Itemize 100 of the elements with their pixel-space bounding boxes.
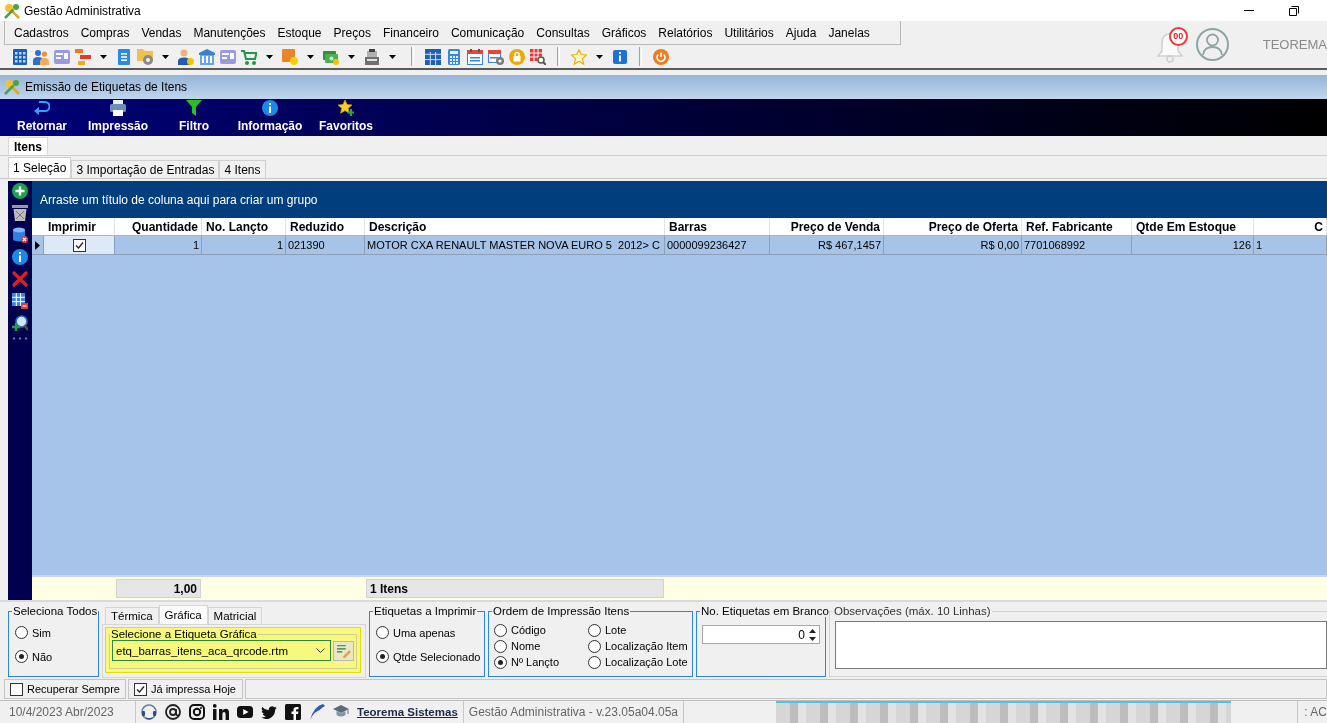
column-header[interactable]: C — [1254, 218, 1327, 235]
filter-button[interactable]: Filtro — [156, 99, 232, 136]
number-field[interactable]: 0 — [702, 625, 820, 644]
column-header[interactable]: Descrição — [365, 218, 665, 235]
table-search-icon[interactable] — [530, 48, 546, 65]
instagram-icon[interactable] — [189, 704, 205, 720]
calculator-icon[interactable] — [446, 48, 462, 65]
notification-badge[interactable]: 00 — [1168, 26, 1188, 46]
email-icon[interactable] — [165, 704, 181, 720]
menu-item[interactable]: Gráficos — [596, 23, 652, 42]
menu-item[interactable]: Estoque — [272, 23, 327, 42]
menu-item[interactable]: Preços — [328, 23, 376, 42]
column-header[interactable]: No. Lançto — [202, 218, 286, 235]
radio-button[interactable] — [376, 626, 389, 639]
star-icon[interactable] — [571, 48, 587, 65]
dots-icon[interactable] — [12, 337, 28, 340]
tab[interactable]: Itens — [8, 137, 48, 155]
menu-item[interactable]: Vendas — [136, 23, 187, 42]
info-icon[interactable] — [12, 249, 28, 265]
radio-button[interactable] — [15, 650, 28, 663]
card-icon[interactable] — [54, 48, 70, 65]
column-header[interactable]: Preço de Venda — [770, 218, 884, 235]
tab[interactable]: 1 Seleção — [8, 157, 72, 178]
headset-icon[interactable] — [141, 704, 157, 720]
person-coin-icon[interactable] — [178, 48, 194, 65]
cart-icon[interactable] — [241, 48, 257, 65]
print-button[interactable]: Impressão — [80, 99, 156, 136]
calendar-icon[interactable] — [467, 48, 483, 65]
column-header[interactable]: Qtde Em Estoque — [1132, 218, 1254, 235]
column-header[interactable]: Reduzido — [286, 218, 365, 235]
column-header[interactable]: Ref. Fabricante — [1022, 218, 1132, 235]
column-header[interactable]: Imprimir — [44, 218, 115, 235]
radio-button[interactable] — [376, 650, 389, 663]
people-icon[interactable] — [33, 48, 49, 65]
cross-icon[interactable] — [12, 271, 28, 287]
calendar-gear-icon[interactable] — [488, 48, 504, 65]
calendar-grid-icon[interactable] — [425, 48, 441, 65]
checkbox[interactable] — [10, 682, 23, 696]
caret-down-icon[interactable] — [389, 54, 396, 59]
menu-item[interactable]: Ajuda — [780, 23, 822, 42]
document-icon[interactable] — [116, 48, 132, 65]
menu-item[interactable]: Consultas — [531, 23, 595, 42]
database-remove-icon[interactable] — [12, 227, 28, 243]
chevron-down-icon[interactable] — [316, 648, 325, 653]
tab[interactable]: 3 Importação de Entradas — [71, 160, 220, 178]
twitter-icon[interactable] — [261, 705, 277, 719]
menu-item[interactable]: Compras — [75, 23, 135, 42]
card-icon[interactable] — [220, 48, 236, 65]
caret-down-icon[interactable] — [307, 54, 314, 59]
grid-remove-icon[interactable] — [12, 293, 28, 309]
column-header[interactable]: Preço de Oferta — [884, 218, 1022, 235]
money-icon[interactable] — [323, 48, 339, 65]
radio-button[interactable] — [494, 623, 507, 637]
folder-gear-icon[interactable] — [137, 48, 153, 65]
notes-field[interactable] — [835, 621, 1327, 669]
menu-item[interactable]: Relatórios — [653, 23, 718, 42]
bank-icon[interactable] — [199, 48, 215, 65]
restore-icon[interactable] — [1288, 5, 1299, 16]
tab[interactable]: Gráfica — [158, 605, 208, 624]
cash-register-icon[interactable] — [364, 48, 380, 65]
radio-button[interactable] — [588, 623, 601, 637]
radio-button[interactable] — [494, 655, 507, 669]
caret-down-icon[interactable] — [266, 54, 273, 59]
menu-item[interactable]: Cadastros — [9, 23, 74, 42]
checkbox[interactable] — [72, 238, 86, 252]
radio-button[interactable] — [588, 639, 601, 653]
website-link[interactable]: Teorema Sistemas — [357, 706, 458, 718]
return-button[interactable]: Retornar — [4, 99, 80, 136]
building-icon[interactable] — [12, 48, 28, 65]
tab[interactable]: Térmica — [105, 607, 159, 624]
radio-button[interactable] — [15, 626, 28, 639]
column-header[interactable]: Barras — [665, 218, 770, 235]
combo-box[interactable]: etq_barras_itens_aca_qrcode.rtm — [112, 640, 331, 661]
add-icon[interactable] — [12, 183, 28, 199]
caret-down-icon[interactable] — [162, 54, 169, 59]
power-icon[interactable] — [653, 48, 669, 65]
trash-icon[interactable] — [12, 205, 28, 221]
youtube-icon[interactable] — [237, 706, 253, 718]
swoosh-logo-icon[interactable] — [309, 704, 325, 720]
caret-down-icon[interactable] — [348, 54, 355, 59]
info-button[interactable]: Informação — [232, 99, 308, 136]
column-header[interactable]: Quantidade — [115, 218, 202, 235]
bars-icon[interactable] — [75, 48, 91, 65]
favorites-button[interactable]: Favoritos — [308, 99, 384, 136]
search-plus-icon[interactable] — [12, 315, 28, 331]
spin-arrows-icon[interactable] — [809, 628, 816, 641]
tab[interactable]: Matricial — [207, 607, 263, 624]
menu-item[interactable]: Janelas — [823, 23, 875, 42]
radio-button[interactable] — [588, 655, 601, 669]
linkedin-icon[interactable] — [213, 704, 229, 720]
caret-down-icon[interactable] — [596, 54, 603, 59]
menu-item[interactable]: Financeiro — [377, 23, 444, 42]
edit-button[interactable] — [333, 640, 354, 661]
caret-down-icon[interactable] — [100, 54, 107, 59]
menu-item[interactable]: Comunicação — [445, 23, 530, 42]
minimize-icon[interactable] — [1243, 10, 1254, 11]
menu-item[interactable]: Manutenções — [188, 23, 271, 42]
menu-item[interactable]: Utilitários — [719, 23, 779, 42]
tab[interactable]: 4 Itens — [219, 160, 266, 178]
facebook-icon[interactable] — [285, 704, 301, 720]
